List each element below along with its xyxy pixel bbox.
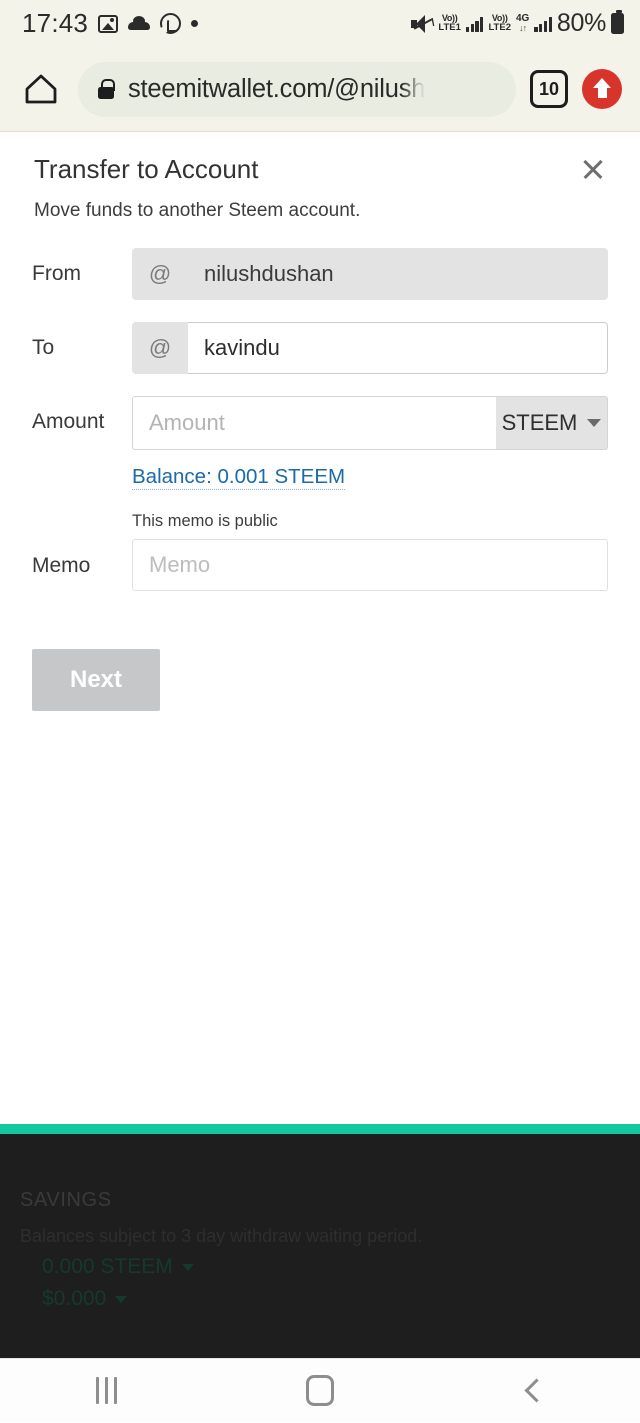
- savings-title: SAVINGS: [20, 1189, 112, 1211]
- mute-icon: \: [411, 14, 434, 33]
- to-label: To: [32, 336, 55, 359]
- amount-input-group: STEEM: [132, 396, 608, 450]
- from-field-wrap: @: [132, 248, 608, 300]
- to-at-prefix: @: [132, 322, 188, 374]
- home-icon[interactable]: [260, 1359, 380, 1423]
- cloud-icon: [128, 16, 151, 30]
- next-button[interactable]: Next: [32, 649, 160, 711]
- signal-icon-2: [534, 16, 552, 32]
- image-icon: [98, 14, 119, 33]
- currency-value: STEEM: [501, 410, 578, 435]
- recents-icon[interactable]: [47, 1359, 167, 1423]
- from-input-group: @: [132, 248, 608, 300]
- page-title: Transfer to Account: [34, 154, 259, 184]
- savings-steem-amount: 0.000 STEEM: [42, 1255, 173, 1278]
- transfer-form: From @ To @ Amount: [0, 222, 640, 591]
- lock-icon: [98, 79, 115, 99]
- network-type-icon: 4G ↓↑: [516, 14, 529, 33]
- network-arrows: ↓↑: [519, 23, 527, 33]
- tab-count-button[interactable]: 10: [530, 70, 568, 108]
- currency-select[interactable]: STEEM: [496, 396, 608, 450]
- tab-count-label: 10: [538, 78, 560, 99]
- form-actions: Next: [0, 613, 640, 711]
- status-bar: 17:43 \ Vo)) LTE1 Vo)) LTE2 4G ↓↑ 80%: [0, 0, 640, 47]
- back-icon[interactable]: [473, 1359, 593, 1423]
- from-at-prefix: @: [132, 248, 188, 300]
- modal-subtitle: Move funds to another Steem account.: [34, 200, 361, 221]
- home-icon[interactable]: [18, 66, 64, 112]
- status-clock: 17:43: [22, 8, 89, 38]
- background-savings-panel: SAVINGS Balances subject to 3 day withdr…: [0, 1133, 640, 1358]
- whatsapp-icon: [160, 13, 182, 34]
- battery-percent: 80%: [556, 9, 606, 37]
- amount-row: Amount STEEM Balance: 0.001 STEEM: [32, 396, 608, 490]
- status-bar-left: 17:43: [22, 8, 199, 39]
- volte2-bottom: LTE2: [488, 22, 511, 34]
- amount-input[interactable]: [132, 396, 496, 450]
- dot-icon: [191, 20, 199, 27]
- volte1-icon: Vo)) LTE1: [438, 13, 461, 34]
- chevron-down-icon: [115, 1295, 128, 1303]
- teal-divider-bar: [0, 1124, 640, 1134]
- savings-note: Balances subject to 3 day withdraw waiti…: [20, 1226, 423, 1246]
- volte2-icon: Vo)) LTE2: [488, 13, 511, 34]
- memo-row: Memo This memo is public: [32, 512, 608, 591]
- status-bar-right: \ Vo)) LTE1 Vo)) LTE2 4G ↓↑ 80%: [411, 9, 624, 38]
- from-account-input[interactable]: [188, 248, 608, 300]
- from-label: From: [32, 262, 81, 285]
- to-field-wrap: @: [132, 322, 608, 374]
- memo-field-wrap: This memo is public: [132, 512, 608, 591]
- to-input-group: @: [132, 322, 608, 374]
- memo-input[interactable]: [132, 539, 608, 591]
- battery-icon: [611, 10, 624, 34]
- amount-field-wrap: STEEM Balance: 0.001 STEEM: [132, 396, 608, 490]
- savings-steem-value[interactable]: 0.000 STEEM: [42, 1255, 620, 1279]
- upload-arrow-icon[interactable]: [582, 69, 622, 109]
- url-text: steemitwallet.com/@nilush: [128, 74, 426, 103]
- chevron-down-icon: [587, 419, 602, 427]
- to-row: To @: [32, 322, 608, 374]
- modal-header: Transfer to Account Move funds to anothe…: [0, 132, 640, 222]
- memo-hint: This memo is public: [132, 512, 278, 530]
- to-account-input[interactable]: [188, 322, 608, 374]
- chevron-down-icon: [181, 1263, 194, 1271]
- signal-icon-1: [465, 16, 484, 32]
- page-content: Transfer to Account Move funds to anothe…: [0, 132, 640, 711]
- balance-link[interactable]: Balance: 0.001 STEEM: [132, 465, 346, 490]
- memo-label: Memo: [32, 554, 91, 577]
- android-nav-bar: [0, 1358, 640, 1422]
- savings-usd-amount: $0.000: [42, 1287, 107, 1310]
- savings-usd-value[interactable]: $0.000: [42, 1287, 620, 1311]
- browser-toolbar: steemitwallet.com/@nilush 10: [0, 47, 640, 132]
- amount-label: Amount: [32, 410, 105, 433]
- address-bar[interactable]: steemitwallet.com/@nilush: [78, 61, 516, 117]
- from-row: From @: [32, 248, 608, 300]
- volte1-bottom: LTE1: [438, 22, 461, 34]
- close-icon[interactable]: [576, 152, 610, 186]
